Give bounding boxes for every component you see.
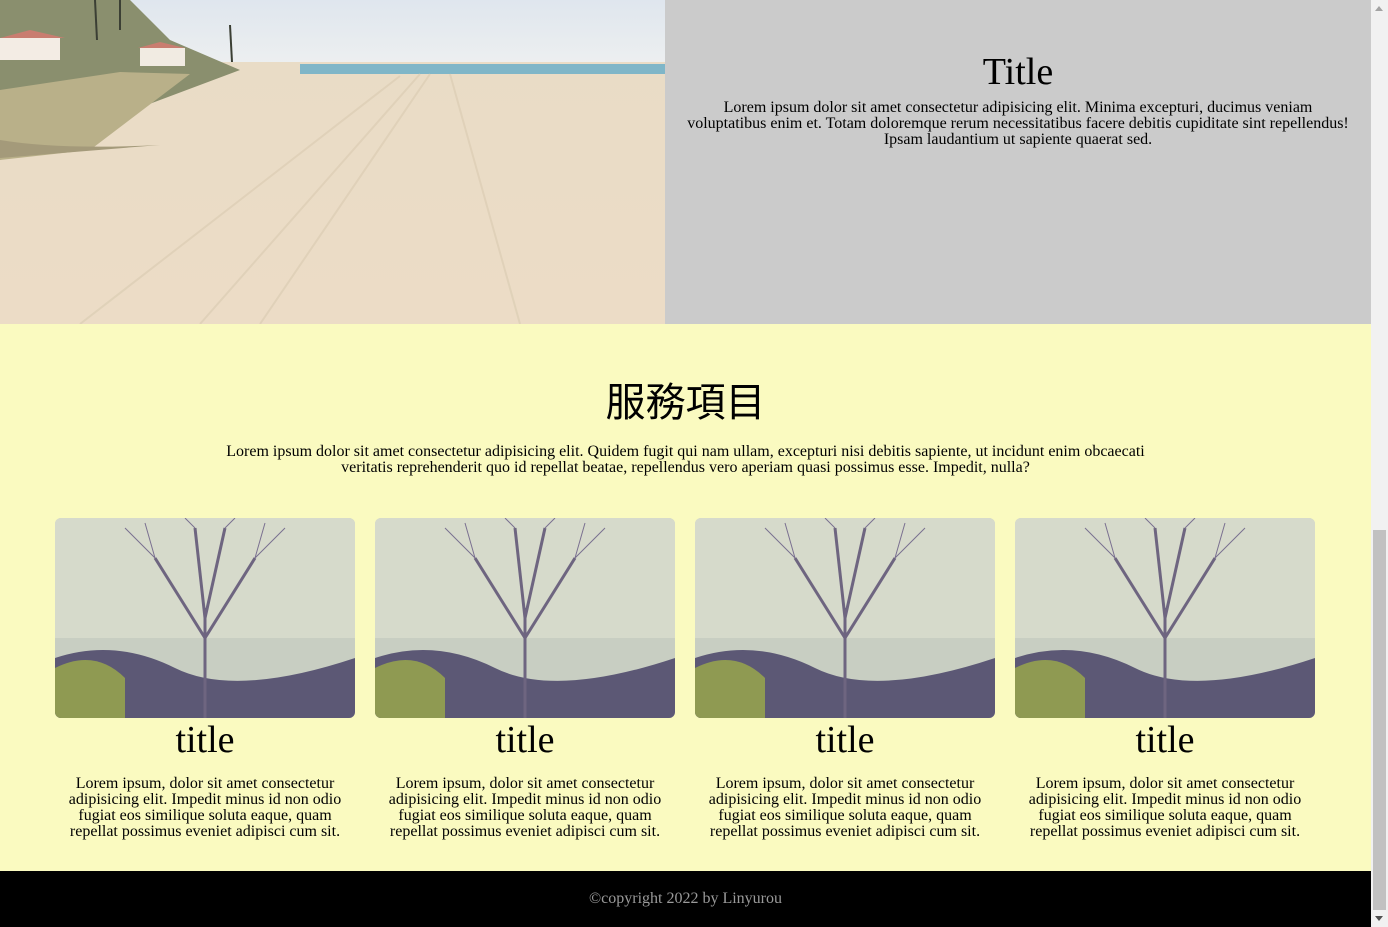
tree-photo [1015,518,1315,718]
card-title: title [1135,719,1195,761]
service-card: title Lorem ipsum, dolor sit amet consec… [375,518,675,840]
beach-photo [0,0,665,324]
hero-text-panel: Title Lorem ipsum dolor sit amet consect… [665,0,1371,324]
scrollbar-thumb[interactable] [1373,530,1386,910]
services-description: Lorem ipsum dolor sit amet consectetur a… [226,443,1145,476]
hero-title: Title [982,51,1054,93]
card-description: Lorem ipsum, dolor sit amet consectetur … [68,775,342,840]
hero-description: Lorem ipsum dolor sit amet consectetur a… [687,99,1349,148]
scroll-down-arrow-icon[interactable] [1375,916,1383,921]
card-description: Lorem ipsum, dolor sit amet consectetur … [708,775,982,840]
footer: ©copyright 2022 by Linyurou [0,871,1371,927]
page: Title Lorem ipsum dolor sit amet consect… [0,0,1371,927]
card-title: title [815,719,875,761]
scroll-up-arrow-icon[interactable] [1375,6,1383,11]
service-card: title Lorem ipsum, dolor sit amet consec… [55,518,355,840]
services-title: 服務項目 [605,380,766,426]
tree-photo [375,518,675,718]
hero-section: Title Lorem ipsum dolor sit amet consect… [0,0,1371,324]
services-section: 服務項目 Lorem ipsum dolor sit amet consecte… [0,324,1371,871]
service-card: title Lorem ipsum, dolor sit amet consec… [695,518,995,840]
tree-photo [695,518,995,718]
tree-photo [55,518,355,718]
card-description: Lorem ipsum, dolor sit amet consectetur … [388,775,662,840]
service-card: title Lorem ipsum, dolor sit amet consec… [1015,518,1315,840]
service-cards: title Lorem ipsum, dolor sit amet consec… [55,518,1315,840]
copyright-text: ©copyright 2022 by Linyurou [588,890,783,907]
vertical-scrollbar[interactable] [1371,0,1388,927]
card-description: Lorem ipsum, dolor sit amet consectetur … [1028,775,1302,840]
card-title: title [495,719,555,761]
card-title: title [175,719,235,761]
